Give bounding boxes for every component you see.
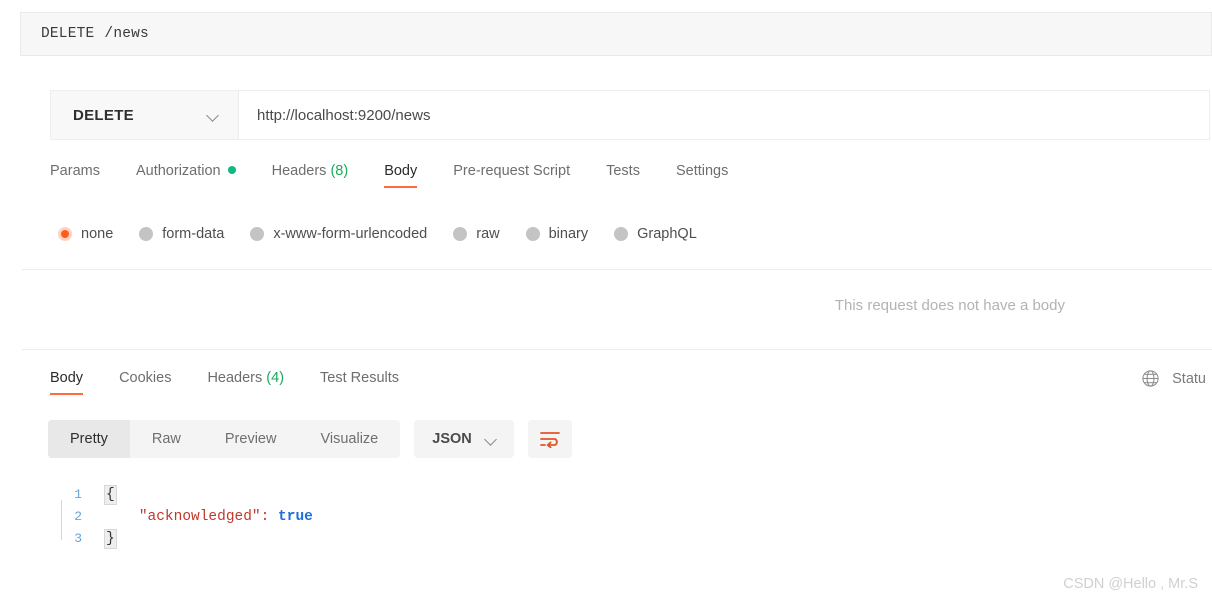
tab-tests-label: Tests [606,163,640,179]
view-preview-button[interactable]: Preview [203,420,299,458]
body-type-radio-group: none form-data x-www-form-urlencoded raw… [58,226,723,242]
response-tab-cookies[interactable]: Cookies [101,370,189,395]
body-type-urlencoded[interactable]: x-www-form-urlencoded [250,226,427,242]
body-type-none-label: none [81,226,114,242]
wrap-lines-icon [539,432,560,448]
response-tab-body[interactable]: Body [50,370,101,395]
code-line: 3 } [48,528,313,550]
body-type-none[interactable]: none [58,226,113,242]
response-tab-test-results[interactable]: Test Results [302,370,417,395]
body-type-raw[interactable]: raw [453,226,500,242]
tab-settings-label: Settings [675,163,729,179]
response-tab-headers-count: (4) [266,370,285,386]
globe-icon [1142,370,1159,387]
response-status-area: Statu [1141,369,1206,388]
body-type-graphql-label: GraphQL [637,226,697,242]
code-line-number: 2 [74,509,82,524]
watermark: CSDN @Hello , Mr.S [1063,576,1198,592]
code-line-number: 3 [74,531,82,546]
method-dropdown[interactable]: DELETE [51,91,239,139]
response-tab-cookies-label: Cookies [119,370,172,386]
tab-settings[interactable]: Settings [658,163,746,188]
request-title-bar: DELETE /news [20,12,1212,56]
tab-params-label: Params [50,163,100,179]
method-dropdown-label: DELETE [73,106,134,124]
radio-none-icon [58,227,72,241]
wrap-lines-button[interactable] [527,420,572,458]
empty-body-message: This request does not have a body [834,297,1065,314]
response-format-dropdown[interactable]: JSON [414,420,514,458]
request-title-method: DELETE [41,26,95,42]
view-pretty-button[interactable]: Pretty [48,420,130,458]
response-tab-test-results-label: Test Results [320,370,400,386]
body-type-form-data-label: form-data [162,226,225,242]
response-tab-headers[interactable]: Headers (4) [189,370,302,395]
tab-authorization-label: Authorization [135,163,221,179]
code-json-key: "acknowledged": [138,509,270,525]
radio-graphql-icon [614,227,629,241]
authorization-status-dot [227,166,236,174]
tab-headers-count: (8) [330,163,349,179]
response-tab-body-label: Body [50,370,84,386]
view-preview-label: Preview [224,431,277,447]
tab-tests[interactable]: Tests [588,163,658,188]
view-pretty-label: Pretty [70,431,108,447]
tab-body-label: Body [384,163,418,179]
radio-urlencoded-icon [250,227,265,241]
response-tabs: Body Cookies Headers (4) Test Results [50,370,417,395]
radio-raw-icon [453,227,468,241]
body-type-urlencoded-label: x-www-form-urlencoded [273,226,428,242]
request-tabs: Params Authorization Headers (8) Body Pr… [50,163,746,188]
body-type-form-data[interactable]: form-data [139,226,224,242]
response-tab-headers-label: Headers [207,370,263,386]
body-type-binary-label: binary [548,226,589,242]
url-input-value: http://localhost:9200/news [257,106,431,124]
view-raw-button[interactable]: Raw [130,420,203,458]
divider-above-response [22,349,1212,350]
response-status-label: Statu [1172,370,1206,387]
tab-headers[interactable]: Headers (8) [254,163,367,188]
chevron-down-icon [207,109,220,122]
tab-pre-request-script-label: Pre-request Script [453,163,571,179]
view-raw-label: Raw [151,431,181,447]
tab-headers-label: Headers [271,163,327,179]
tab-body[interactable]: Body [366,163,435,188]
view-visualize-button[interactable]: Visualize [298,420,400,458]
code-close-brace: } [104,529,117,549]
response-view-segmented-control: Pretty Raw Preview Visualize [48,420,401,458]
radio-form-data-icon [139,227,154,241]
tab-pre-request-script[interactable]: Pre-request Script [435,163,588,188]
body-type-raw-label: raw [476,226,500,242]
radio-binary-icon [525,227,540,241]
tab-authorization[interactable]: Authorization [118,163,254,188]
code-json-value: true [269,509,313,525]
url-bar: DELETE http://localhost:9200/news [50,90,1210,140]
view-visualize-label: Visualize [320,431,379,447]
response-format-label: JSON [432,431,472,447]
code-line-number: 1 [74,487,82,502]
tab-params[interactable]: Params [50,163,118,188]
body-type-graphql[interactable]: GraphQL [614,226,697,242]
divider-above-body [22,269,1212,270]
chevron-down-icon [485,433,498,446]
code-open-brace: { [104,485,117,505]
body-type-binary[interactable]: binary [525,226,589,242]
response-viewer-toolbar: Pretty Raw Preview Visualize JSON [48,420,572,458]
code-line: 1 { [48,484,313,506]
response-body-code[interactable]: 1 { 2 "acknowledged": true 3 } [48,484,313,550]
url-input[interactable]: http://localhost:9200/news [239,91,1209,139]
request-title-path: /news [104,26,149,42]
code-line: 2 "acknowledged": true [48,506,313,528]
